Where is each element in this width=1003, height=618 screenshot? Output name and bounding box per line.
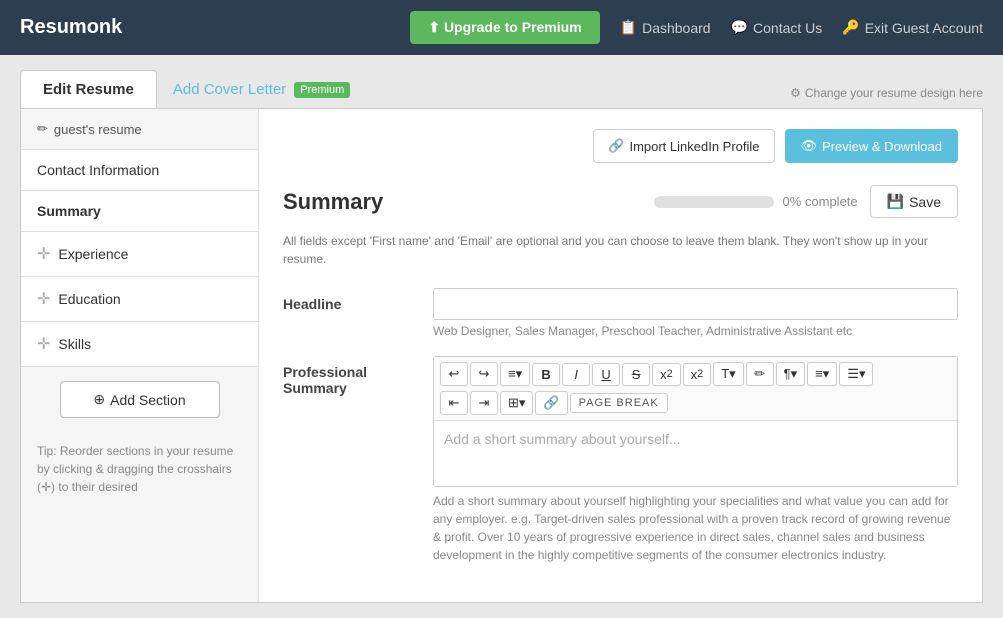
progress-text: 0% complete xyxy=(782,194,857,209)
import-preview-bar: 🔗 Import LinkedIn Profile 👁 Preview & Do… xyxy=(593,129,958,163)
toolbar-row-2: ⇤ ⇥ ⊞▾ 🔗 PAGE BREAK xyxy=(440,391,951,415)
linkedin-icon: 🔗 xyxy=(608,138,624,154)
page-break-button[interactable]: PAGE BREAK xyxy=(570,393,668,413)
import-linkedin-label: Import LinkedIn Profile xyxy=(629,139,759,154)
content-area: 🔗 Import LinkedIn Profile 👁 Preview & Do… xyxy=(259,109,982,602)
dashboard-link[interactable]: 📋 Dashboard xyxy=(620,19,711,36)
contact-us-link[interactable]: 💬 Contact Us xyxy=(731,19,823,36)
headline-field: Web Designer, Sales Manager, Preschool T… xyxy=(433,288,958,338)
pencil-icon: ✏ xyxy=(37,121,48,137)
table-dropdown[interactable]: ⊞▾ xyxy=(500,391,533,415)
drag-icon-experience: ✛ xyxy=(37,244,50,264)
sidebar-item-education[interactable]: ✛ Education xyxy=(21,277,258,322)
settings-icon: ⚙ xyxy=(790,86,801,100)
sidebar-item-experience[interactable]: ✛ Experience xyxy=(21,232,258,277)
preview-icon: 👁 xyxy=(801,138,818,154)
resume-name: guest's resume xyxy=(54,122,142,137)
bold-button[interactable]: B xyxy=(532,363,560,386)
toolbar-row-1: ↩ ↪ ≡▾ B I U S x2 x2 T▾ ✏ xyxy=(440,362,951,386)
exit-icon: 🔑 xyxy=(842,19,859,36)
paragraph-format-dropdown[interactable]: ¶▾ xyxy=(776,362,806,386)
preview-download-label: Preview & Download xyxy=(822,139,942,154)
underline-button[interactable]: U xyxy=(592,363,620,386)
brand-logo: Resumonk xyxy=(20,16,122,39)
pro-summary-label: Professional Summary xyxy=(283,356,413,396)
italic-button[interactable]: I xyxy=(562,363,590,386)
save-label: Save xyxy=(909,194,941,210)
tabs-left: Edit Resume Add Cover Letter Premium xyxy=(20,70,366,108)
content-topbar: Summary 0% complete 💾 Save xyxy=(283,185,958,218)
redo-button[interactable]: ↪ xyxy=(470,362,498,386)
list-dropdown[interactable]: ≡▾ xyxy=(807,362,837,386)
import-linkedin-button[interactable]: 🔗 Import LinkedIn Profile xyxy=(593,129,774,163)
sidebar-tip: Tip: Reorder sections in your resume by … xyxy=(21,432,258,506)
top-navigation: Resumonk ⬆ Upgrade to Premium 📋 Dashboar… xyxy=(0,0,1003,55)
experience-label: Experience xyxy=(58,246,128,262)
strikethrough-button[interactable]: S xyxy=(622,363,650,386)
link-button[interactable]: 🔗 xyxy=(535,391,567,415)
dashboard-label: Dashboard xyxy=(642,20,711,36)
progress-container: 0% complete xyxy=(654,194,857,209)
paragraph-dropdown[interactable]: ≡▾ xyxy=(500,362,530,386)
drag-icon-education: ✛ xyxy=(37,289,50,309)
contact-info-label: Contact Information xyxy=(37,162,159,178)
section-title: Summary xyxy=(283,189,383,215)
education-label: Education xyxy=(58,291,120,307)
editor-panel: ✏ guest's resume Contact Information Sum… xyxy=(20,108,983,603)
font-size-dropdown[interactable]: T▾ xyxy=(713,362,743,386)
highlight-button[interactable]: ✏ xyxy=(746,362,774,386)
add-section-button[interactable]: ⊕ Add Section xyxy=(60,381,220,418)
subscript-button[interactable]: x2 xyxy=(652,363,681,386)
exit-guest-link[interactable]: 🔑 Exit Guest Account xyxy=(842,19,983,36)
contact-icon: 💬 xyxy=(731,19,748,36)
contact-label: Contact Us xyxy=(753,20,822,36)
change-design-link[interactable]: ⚙ Change your resume design here xyxy=(790,86,983,100)
sidebar-item-summary[interactable]: Summary xyxy=(21,191,258,232)
headline-label: Headline xyxy=(283,288,413,312)
sidebar-item-skills[interactable]: ✛ Skills xyxy=(21,322,258,367)
upgrade-button[interactable]: ⬆ Upgrade to Premium xyxy=(410,11,599,44)
headline-row: Headline Web Designer, Sales Manager, Pr… xyxy=(283,288,958,338)
skills-label: Skills xyxy=(58,336,91,352)
rte-toolbar: ↩ ↪ ≡▾ B I U S x2 x2 T▾ ✏ xyxy=(434,357,957,421)
rte-body[interactable]: Add a short summary about yourself... xyxy=(434,421,957,486)
save-icon: 💾 xyxy=(887,193,904,210)
sidebar-header: ✏ guest's resume xyxy=(21,109,258,150)
add-section-label: Add Section xyxy=(110,392,186,408)
sidebar-item-contact[interactable]: Contact Information xyxy=(21,150,258,191)
rte-placeholder: Add a short summary about yourself... xyxy=(444,431,681,447)
summary-label: Summary xyxy=(37,203,101,219)
exit-label: Exit Guest Account xyxy=(865,20,983,36)
topbar-right: 0% complete 💾 Save xyxy=(654,185,958,218)
add-section-icon: ⊕ xyxy=(93,391,105,408)
rich-text-editor: ↩ ↪ ≡▾ B I U S x2 x2 T▾ ✏ xyxy=(433,356,958,487)
undo-button[interactable]: ↩ xyxy=(440,362,468,386)
nav-links: ⬆ Upgrade to Premium 📋 Dashboard 💬 Conta… xyxy=(410,11,983,44)
form-hint: All fields except 'First name' and 'Emai… xyxy=(283,232,958,268)
superscript-button[interactable]: x2 xyxy=(683,363,712,386)
align-dropdown[interactable]: ☰▾ xyxy=(839,362,873,386)
preview-download-button[interactable]: 👁 Preview & Download xyxy=(785,129,958,163)
headline-hint: Web Designer, Sales Manager, Preschool T… xyxy=(433,324,958,338)
main-container: Edit Resume Add Cover Letter Premium ⚙ C… xyxy=(0,55,1003,618)
tab-cover-letter-label: Add Cover Letter xyxy=(173,81,286,98)
pro-summary-row: Professional Summary ↩ ↪ ≡▾ B I U S xyxy=(283,356,958,564)
drag-icon-skills: ✛ xyxy=(37,334,50,354)
tabs-row: Edit Resume Add Cover Letter Premium ⚙ C… xyxy=(20,70,983,108)
indent-button[interactable]: ⇥ xyxy=(470,391,498,415)
pro-summary-field: ↩ ↪ ≡▾ B I U S x2 x2 T▾ ✏ xyxy=(433,356,958,564)
headline-input[interactable] xyxy=(433,288,958,320)
rte-hint: Add a short summary about yourself highl… xyxy=(433,492,958,564)
progress-bar-bg xyxy=(654,196,774,208)
tab-edit-resume[interactable]: Edit Resume xyxy=(20,70,157,108)
premium-badge: Premium xyxy=(294,82,350,98)
sidebar: ✏ guest's resume Contact Information Sum… xyxy=(21,109,259,602)
action-bar: 🔗 Import LinkedIn Profile 👁 Preview & Do… xyxy=(283,129,958,173)
save-button[interactable]: 💾 Save xyxy=(870,185,958,218)
dashboard-icon: 📋 xyxy=(620,19,637,36)
tab-add-cover-letter[interactable]: Add Cover Letter Premium xyxy=(157,71,366,108)
outdent-button[interactable]: ⇤ xyxy=(440,391,468,415)
